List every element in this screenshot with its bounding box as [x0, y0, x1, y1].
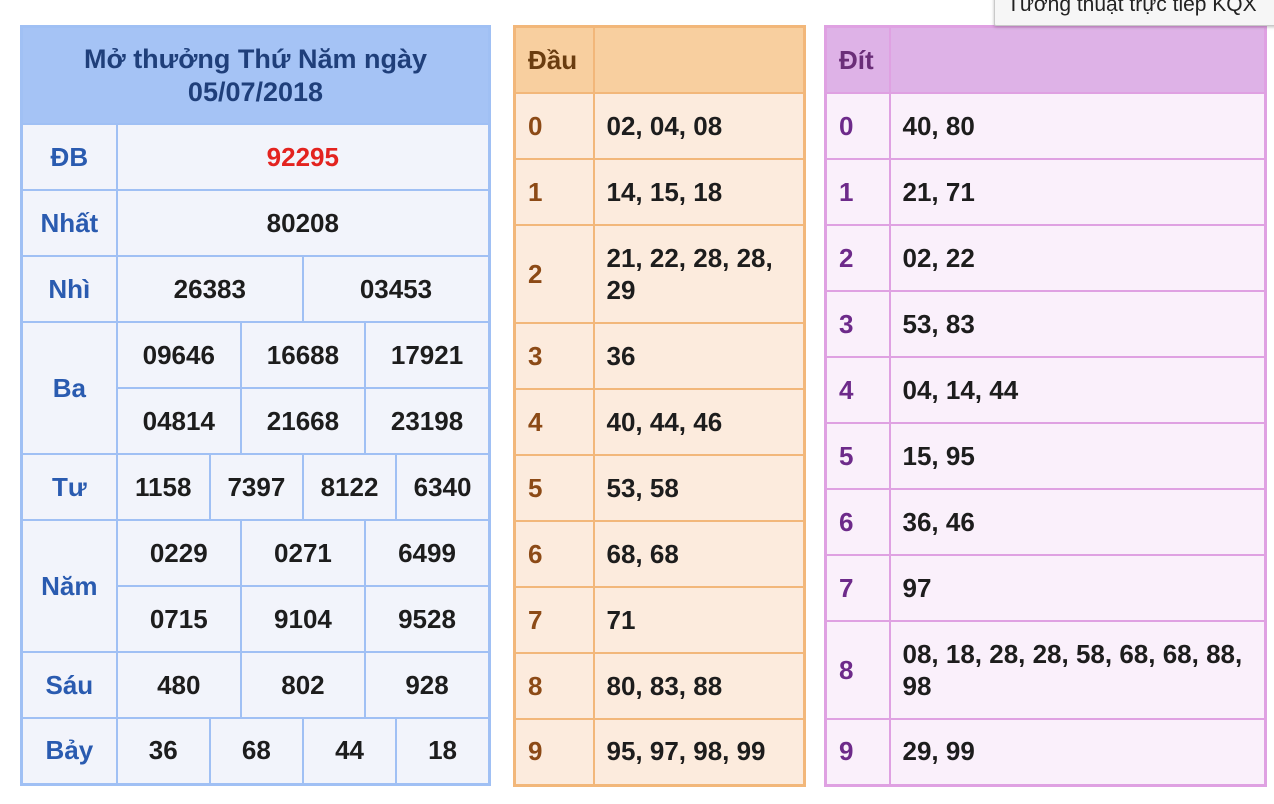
- dit-values: 53, 83: [888, 290, 1267, 358]
- prize-label-bay: Bảy: [20, 717, 118, 785]
- dau-key: 5: [513, 454, 595, 522]
- dit-values: 97: [888, 554, 1267, 622]
- prize-value-bay: 36: [115, 717, 211, 785]
- dau-table: Đầu 0 02, 04, 08 1 14, 15, 18 2 21, 22, 28,…: [513, 25, 806, 787]
- prize-value-db: 92295: [115, 123, 491, 191]
- prize-value-nam: 0229: [115, 519, 242, 587]
- dau-key: 9: [513, 718, 595, 786]
- dau-values: 14, 15, 18: [592, 158, 806, 226]
- prize-value-nam: 0715: [115, 585, 242, 653]
- prize-label-nam: Năm: [20, 519, 118, 653]
- prize-value-ba: 21668: [239, 387, 367, 455]
- prize-value-bay: 44: [301, 717, 398, 785]
- dau-values: 53, 58: [592, 454, 806, 522]
- dau-key: 2: [513, 224, 595, 324]
- dit-key: 1: [824, 158, 891, 226]
- prize-label-db: ĐB: [20, 123, 118, 191]
- dit-key: 4: [824, 356, 891, 424]
- dau-key: 3: [513, 322, 595, 390]
- dit-key: 0: [824, 92, 891, 160]
- dit-values: 36, 46: [888, 488, 1267, 556]
- lottery-result-table: Mở thưởng Thứ Năm ngày 05/07/2018 ĐB 922…: [20, 25, 491, 786]
- dit-key: 3: [824, 290, 891, 358]
- prize-value-ba: 23198: [364, 387, 491, 455]
- dau-values: 21, 22, 28, 28, 29: [592, 224, 806, 324]
- prize-label-tu: Tư: [20, 453, 118, 521]
- dau-key: 8: [513, 652, 595, 720]
- prize-value-sau: 928: [364, 651, 491, 719]
- prize-value-sau: 480: [115, 651, 242, 719]
- prize-label-nhat: Nhất: [20, 189, 118, 257]
- prize-value-ba: 09646: [115, 321, 242, 389]
- dau-key: 6: [513, 520, 595, 588]
- dit-values: 02, 22: [888, 224, 1267, 292]
- dau-values: 95, 97, 98, 99: [592, 718, 806, 786]
- prize-value-tu: 7397: [208, 453, 304, 521]
- dit-header: Đít: [824, 25, 891, 94]
- dau-values: 40, 44, 46: [592, 388, 806, 456]
- result-title: Mở thưởng Thứ Năm ngày 05/07/2018: [20, 25, 491, 125]
- dau-key: 7: [513, 586, 595, 654]
- prize-value-nhat: 80208: [115, 189, 491, 257]
- prize-value-nam: 9104: [239, 585, 367, 653]
- prize-value-ba: 04814: [115, 387, 242, 455]
- dit-key: 5: [824, 422, 891, 490]
- dit-key: 6: [824, 488, 891, 556]
- dau-values: 36: [592, 322, 806, 390]
- dit-key: 8: [824, 620, 891, 720]
- dau-values: 80, 83, 88: [592, 652, 806, 720]
- prize-label-nhi: Nhì: [20, 255, 118, 323]
- dau-header-blank: [592, 25, 806, 94]
- prize-value-nhi: 03453: [301, 255, 491, 323]
- dau-key: 4: [513, 388, 595, 456]
- prize-value-nam: 9528: [364, 585, 491, 653]
- prize-label-sau: Sáu: [20, 651, 118, 719]
- prize-value-ba: 17921: [364, 321, 491, 389]
- prize-value-tu: 8122: [301, 453, 398, 521]
- dit-values: 21, 71: [888, 158, 1267, 226]
- dit-values: 08, 18, 28, 28, 58, 68, 68, 88, 98: [888, 620, 1267, 720]
- dau-key: 0: [513, 92, 595, 160]
- prize-value-nam: 6499: [364, 519, 491, 587]
- dit-header-blank: [888, 25, 1267, 94]
- dit-key: 9: [824, 718, 891, 786]
- dau-values: 68, 68: [592, 520, 806, 588]
- prize-value-nhi: 26383: [115, 255, 304, 323]
- prize-value-sau: 802: [239, 651, 367, 719]
- dit-values: 40, 80: [888, 92, 1267, 160]
- live-report-tooltip: Tường thuật trực tiếp KQX: [994, 0, 1274, 26]
- dit-key: 2: [824, 224, 891, 292]
- dit-values: 29, 99: [888, 718, 1267, 786]
- dit-key: 7: [824, 554, 891, 622]
- dit-values: 04, 14, 44: [888, 356, 1267, 424]
- prize-value-bay: 18: [395, 717, 491, 785]
- dau-values: 02, 04, 08: [592, 92, 806, 160]
- prize-value-ba: 16688: [239, 321, 367, 389]
- prize-label-ba: Ba: [20, 321, 118, 455]
- dit-table: Đít 0 40, 80 1 21, 71 2 02, 22 3 53, 83 4 04,…: [824, 25, 1267, 787]
- dit-values: 15, 95: [888, 422, 1267, 490]
- dau-key: 1: [513, 158, 595, 226]
- prize-value-tu: 6340: [395, 453, 491, 521]
- prize-value-tu: 1158: [115, 453, 211, 521]
- prize-value-bay: 68: [208, 717, 304, 785]
- dau-header: Đầu: [513, 25, 595, 94]
- dau-values: 71: [592, 586, 806, 654]
- prize-value-nam: 0271: [239, 519, 367, 587]
